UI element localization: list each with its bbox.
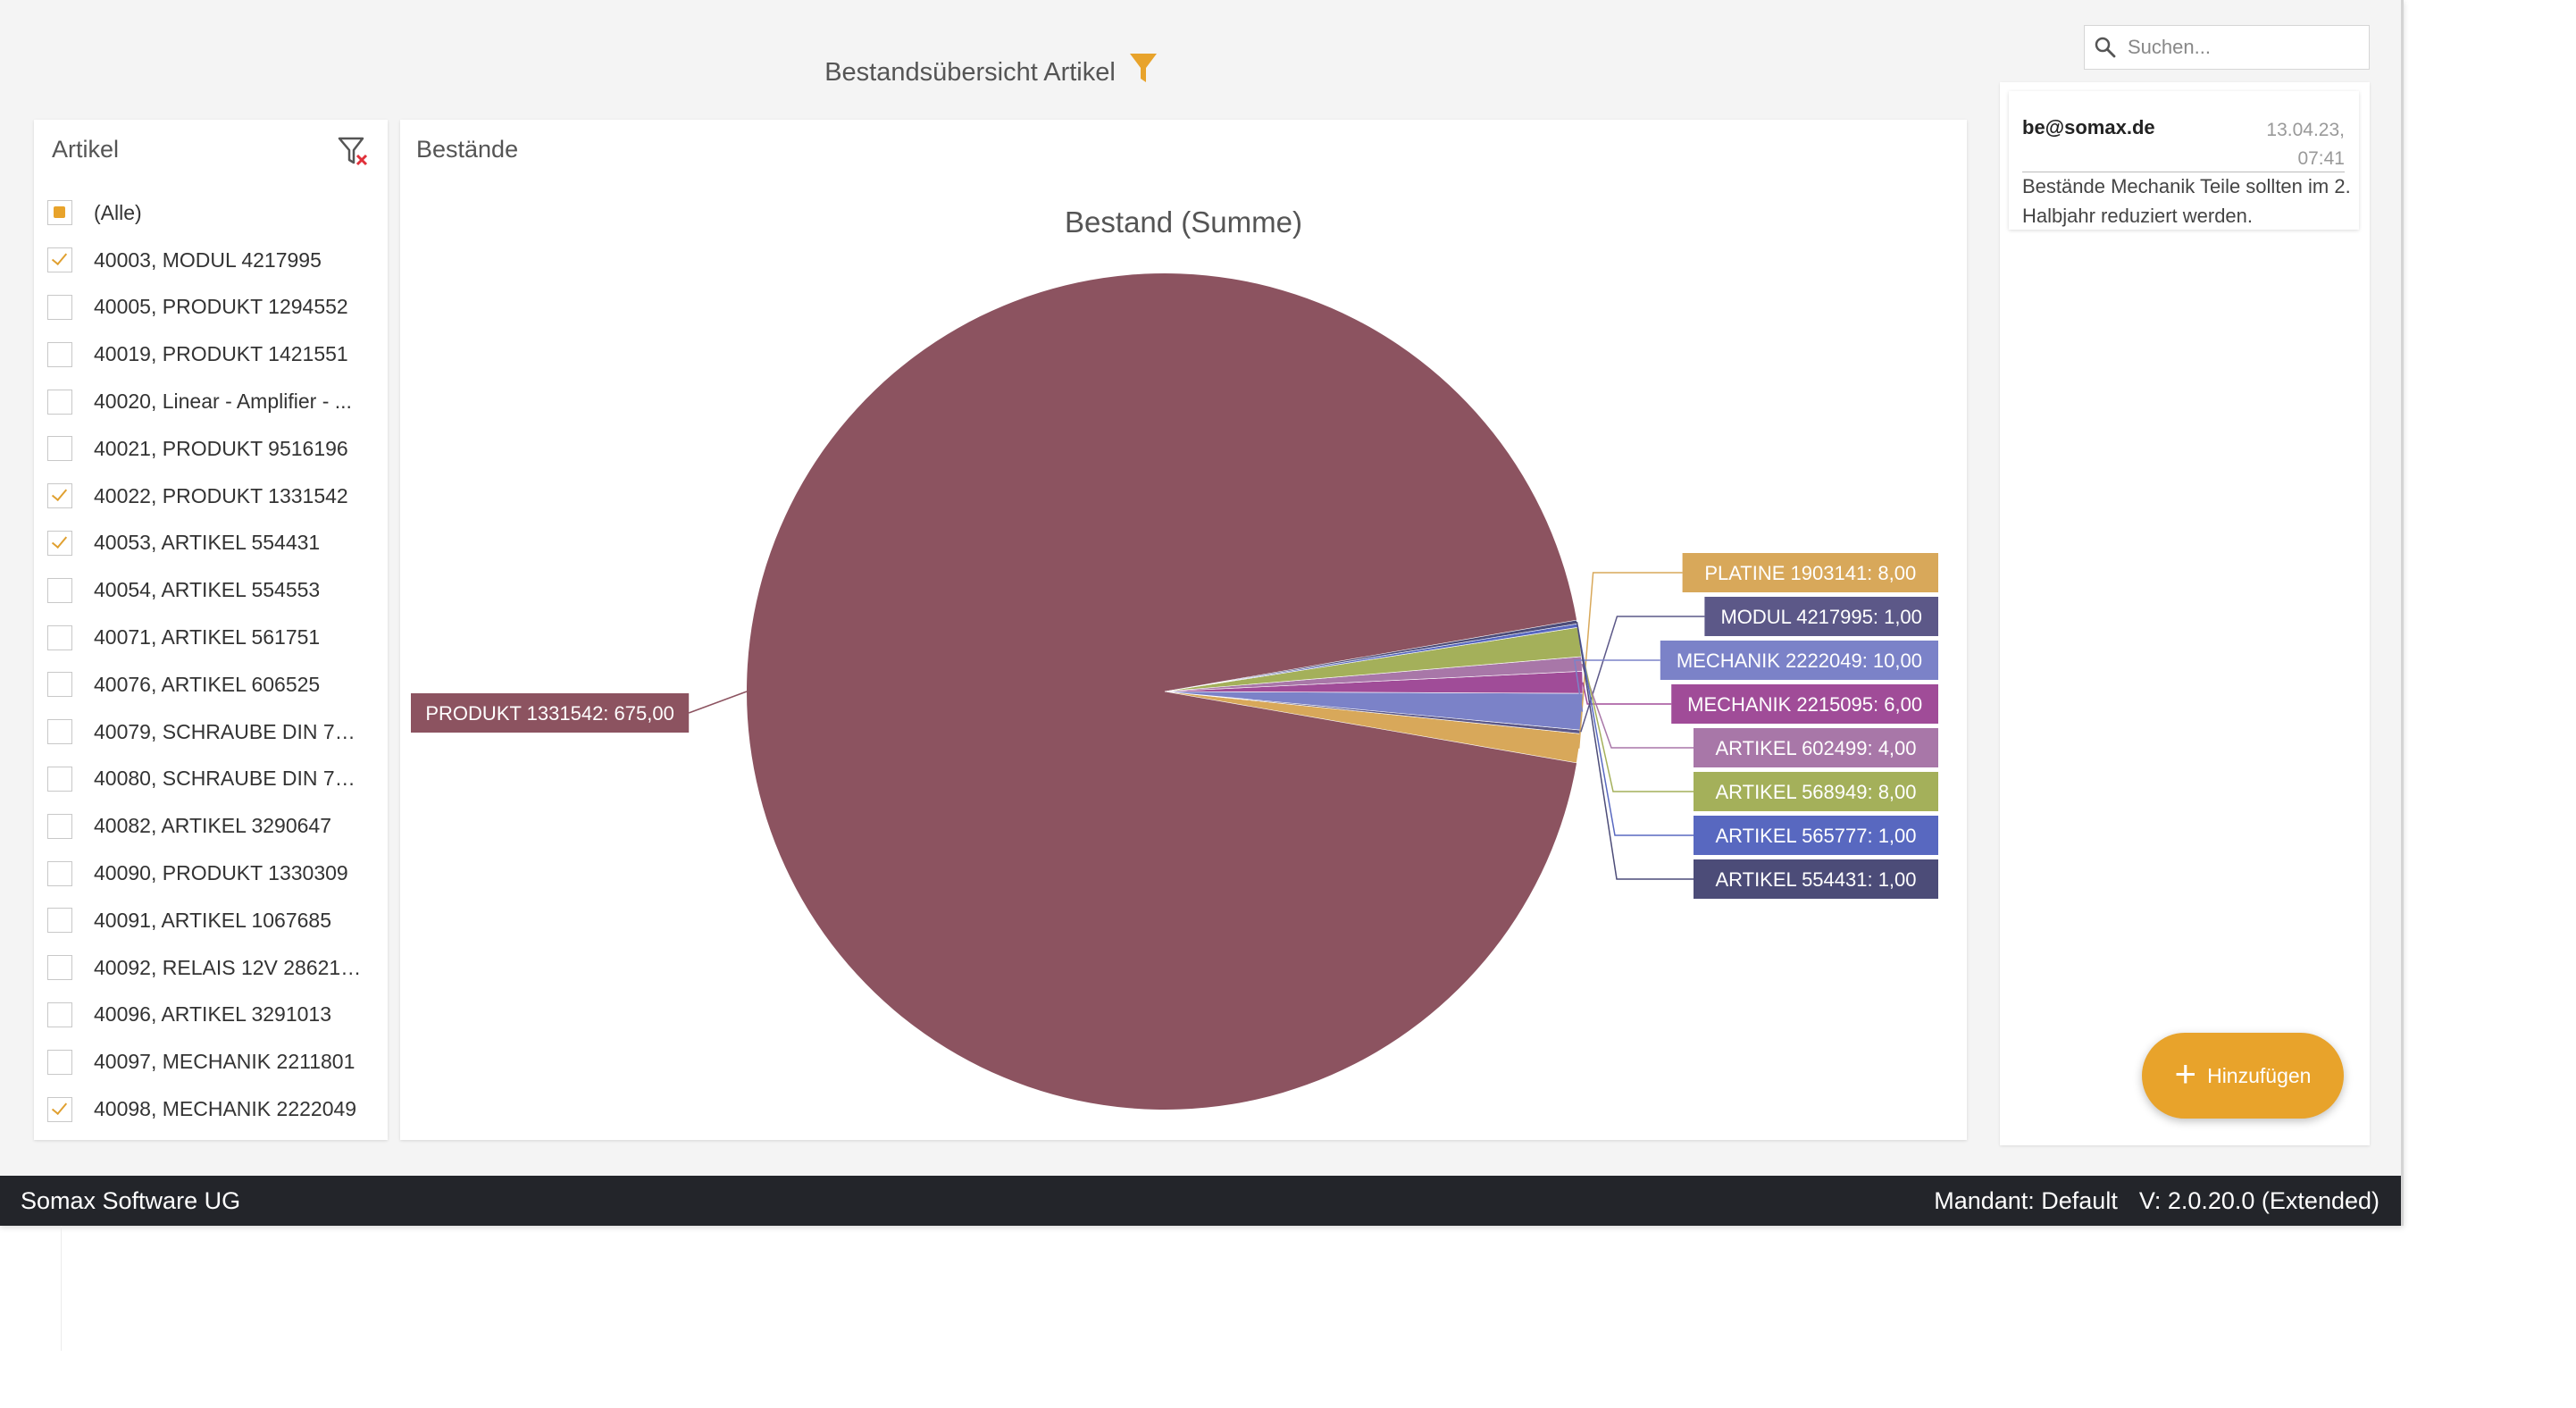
artikel-checkbox[interactable]	[47, 530, 72, 556]
artikel-list-item[interactable]: 40019, PRODUKT 1421551	[34, 331, 388, 378]
artikel-checkbox[interactable]	[47, 672, 72, 698]
artikel-list-item[interactable]: (Alle)	[34, 189, 388, 237]
pie-data-label: PRODUKT 1331542: 675,00	[425, 702, 673, 725]
artikel-label: 40080, SCHRAUBE DIN 798...	[94, 767, 362, 791]
artikel-list-item[interactable]: 40096, ARTIKEL 3291013	[34, 992, 388, 1039]
artikel-panel-title: Artikel	[52, 136, 120, 163]
artikel-label: 40091, ARTIKEL 1067685	[94, 908, 331, 932]
page-title: Bestandsübersicht Artikel	[824, 57, 1116, 87]
artikel-label: 40082, ARTIKEL 3290647	[94, 814, 331, 838]
note-date-time: 07:41	[2297, 148, 2345, 169]
note-date: 13.04.23, 07:41	[2266, 116, 2345, 173]
pie-data-label: ARTIKEL 602499: 4,00	[1715, 737, 1916, 759]
artikel-list-item[interactable]: 40090, PRODUKT 1330309	[34, 850, 388, 897]
artikel-label: 40092, RELAIS 12V 2862183	[94, 955, 362, 979]
mandant-info: Mandant: Default	[1934, 1186, 2118, 1214]
artikel-list: (Alle) 40003, MODUL 4217995 40005, PRODUKT…	[34, 189, 388, 1133]
artikel-checkbox[interactable]	[47, 1002, 72, 1027]
artikel-label: 40079, SCHRAUBE DIN 798...	[94, 719, 362, 743]
artikel-label: 40005, PRODUKT 1294552	[94, 295, 348, 319]
artikel-label: 40019, PRODUKT 1421551	[94, 342, 348, 366]
artikel-checkbox[interactable]	[47, 624, 72, 650]
page-header: Bestandsübersicht Artikel	[0, 50, 1983, 95]
artikel-checkbox[interactable]	[47, 436, 72, 462]
artikel-list-item[interactable]: 40076, ARTIKEL 606525	[34, 661, 388, 708]
artikel-checkbox[interactable]	[47, 247, 72, 273]
artikel-label: 40003, MODUL 4217995	[94, 247, 322, 272]
pie-data-label: PLATINE 1903141: 8,00	[1704, 562, 1916, 584]
artikel-list-item[interactable]: 40053, ARTIKEL 554431	[34, 520, 388, 567]
artikel-label: 40022, PRODUKT 1331542	[94, 483, 348, 507]
artikel-checkbox[interactable]	[47, 483, 72, 509]
artikel-checkbox[interactable]	[47, 341, 72, 367]
add-note-button[interactable]: + Hinzufügen	[2142, 1033, 2344, 1119]
artikel-list-item[interactable]: 40091, ARTIKEL 1067685	[34, 897, 388, 944]
pie-leader-line	[688, 691, 748, 714]
artikel-checkbox[interactable]	[47, 719, 72, 745]
artikel-label: 40021, PRODUKT 9516196	[94, 436, 348, 460]
version-info: V: 2.0.20.0 (Extended)	[2138, 1186, 2379, 1214]
artikel-checkbox[interactable]	[47, 860, 72, 886]
artikel-label: 40054, ARTIKEL 554553	[94, 578, 321, 602]
clear-filter-icon[interactable]	[338, 136, 370, 168]
pie-data-label: MODUL 4217995: 1,00	[1720, 606, 1921, 628]
artikel-list-item[interactable]: 40079, SCHRAUBE DIN 798...	[34, 708, 388, 756]
note-date-day: 13.04.23,	[2266, 120, 2345, 140]
artikel-list-item[interactable]: 40097, MECHANIK 2211801	[34, 1038, 388, 1085]
search-icon	[2095, 37, 2116, 58]
artikel-label: 40076, ARTIKEL 606525	[94, 672, 321, 696]
artikel-checkbox[interactable]	[47, 908, 72, 934]
artikel-label: 40098, MECHANIK 2222049	[94, 1097, 357, 1121]
company-name: Somax Software UG	[21, 1186, 241, 1214]
status-bar: Somax Software UG Mandant: Default V: 2.…	[0, 1176, 2401, 1226]
artikel-list-item[interactable]: 40022, PRODUKT 1331542	[34, 473, 388, 520]
artikel-checkbox[interactable]	[47, 1096, 72, 1122]
pie-data-label: MECHANIK 2215095: 6,00	[1687, 693, 1922, 716]
artikel-list-item[interactable]: 40092, RELAIS 12V 2862183	[34, 944, 388, 992]
artikel-list-item[interactable]: 40098, MECHANIK 2222049	[34, 1085, 388, 1133]
pie-data-label: ARTIKEL 565777: 1,00	[1715, 825, 1916, 847]
artikel-checkbox[interactable]	[47, 200, 72, 226]
artikel-label: (Alle)	[94, 200, 142, 224]
artikel-label: 40053, ARTIKEL 554431	[94, 531, 321, 555]
artikel-list-item[interactable]: 40071, ARTIKEL 561751	[34, 614, 388, 661]
note-card[interactable]: be@somax.de 13.04.23, 07:41 Bestände Mec…	[2009, 91, 2359, 230]
artikel-list-item[interactable]: 40020, Linear - Amplifier - ...	[34, 378, 388, 425]
artikel-label: 40020, Linear - Amplifier - ...	[94, 390, 352, 414]
artikel-list-item[interactable]: 40021, PRODUKT 9516196	[34, 425, 388, 473]
notes-panel: be@somax.de 13.04.23, 07:41 Bestände Mec…	[2000, 82, 2370, 1145]
artikel-checkbox[interactable]	[47, 955, 72, 981]
pie-data-label: MECHANIK 2222049: 10,00	[1677, 650, 1922, 672]
artikel-checkbox[interactable]	[47, 577, 72, 603]
search-box[interactable]	[2084, 25, 2370, 70]
artikel-list-item[interactable]: 40080, SCHRAUBE DIN 798...	[34, 756, 388, 803]
artikel-checkbox[interactable]	[47, 389, 72, 415]
plus-icon: +	[2174, 1052, 2197, 1094]
artikel-checkbox[interactable]	[47, 1049, 72, 1075]
artikel-panel: Artikel (Alle) 40003, MODUL 4217995 40005,…	[34, 120, 388, 1140]
add-note-label: Hinzufügen	[2207, 1063, 2312, 1087]
artikel-list-item[interactable]: 40054, ARTIKEL 554553	[34, 566, 388, 614]
artikel-list-item[interactable]: 40082, ARTIKEL 3290647	[34, 802, 388, 850]
filter-icon[interactable]	[1128, 52, 1158, 84]
artikel-checkbox[interactable]	[47, 766, 72, 792]
artikel-label: 40096, ARTIKEL 3291013	[94, 1002, 331, 1027]
note-text: Bestände Mechanik Teile sollten im 2. Ha…	[2022, 175, 2351, 227]
bestaende-panel: Bestände Bestand (Summe) PRODUKT 1331542…	[400, 120, 1967, 1140]
artikel-label: 40097, MECHANIK 2211801	[94, 1050, 355, 1074]
artikel-label: 40071, ARTIKEL 561751	[94, 625, 321, 650]
pie-data-label: ARTIKEL 554431: 1,00	[1715, 868, 1916, 891]
app-window: Bestandsübersicht Artikel Artikel (Alle)…	[0, 0, 2404, 1226]
note-author: be@somax.de	[2022, 116, 2155, 138]
search-input[interactable]	[2126, 35, 2362, 60]
artikel-checkbox[interactable]	[47, 294, 72, 320]
pie-chart: PRODUKT 1331542: 675,00 PLATINE 1903141: …	[411, 273, 1938, 1110]
artikel-list-item[interactable]: 40003, MODUL 4217995	[34, 237, 388, 284]
artikel-list-item[interactable]: 40005, PRODUKT 1294552	[34, 284, 388, 331]
artikel-checkbox[interactable]	[47, 813, 72, 839]
pie-data-label: ARTIKEL 568949: 8,00	[1715, 781, 1916, 803]
artikel-label: 40090, PRODUKT 1330309	[94, 861, 348, 885]
background-divider	[61, 1226, 62, 1351]
